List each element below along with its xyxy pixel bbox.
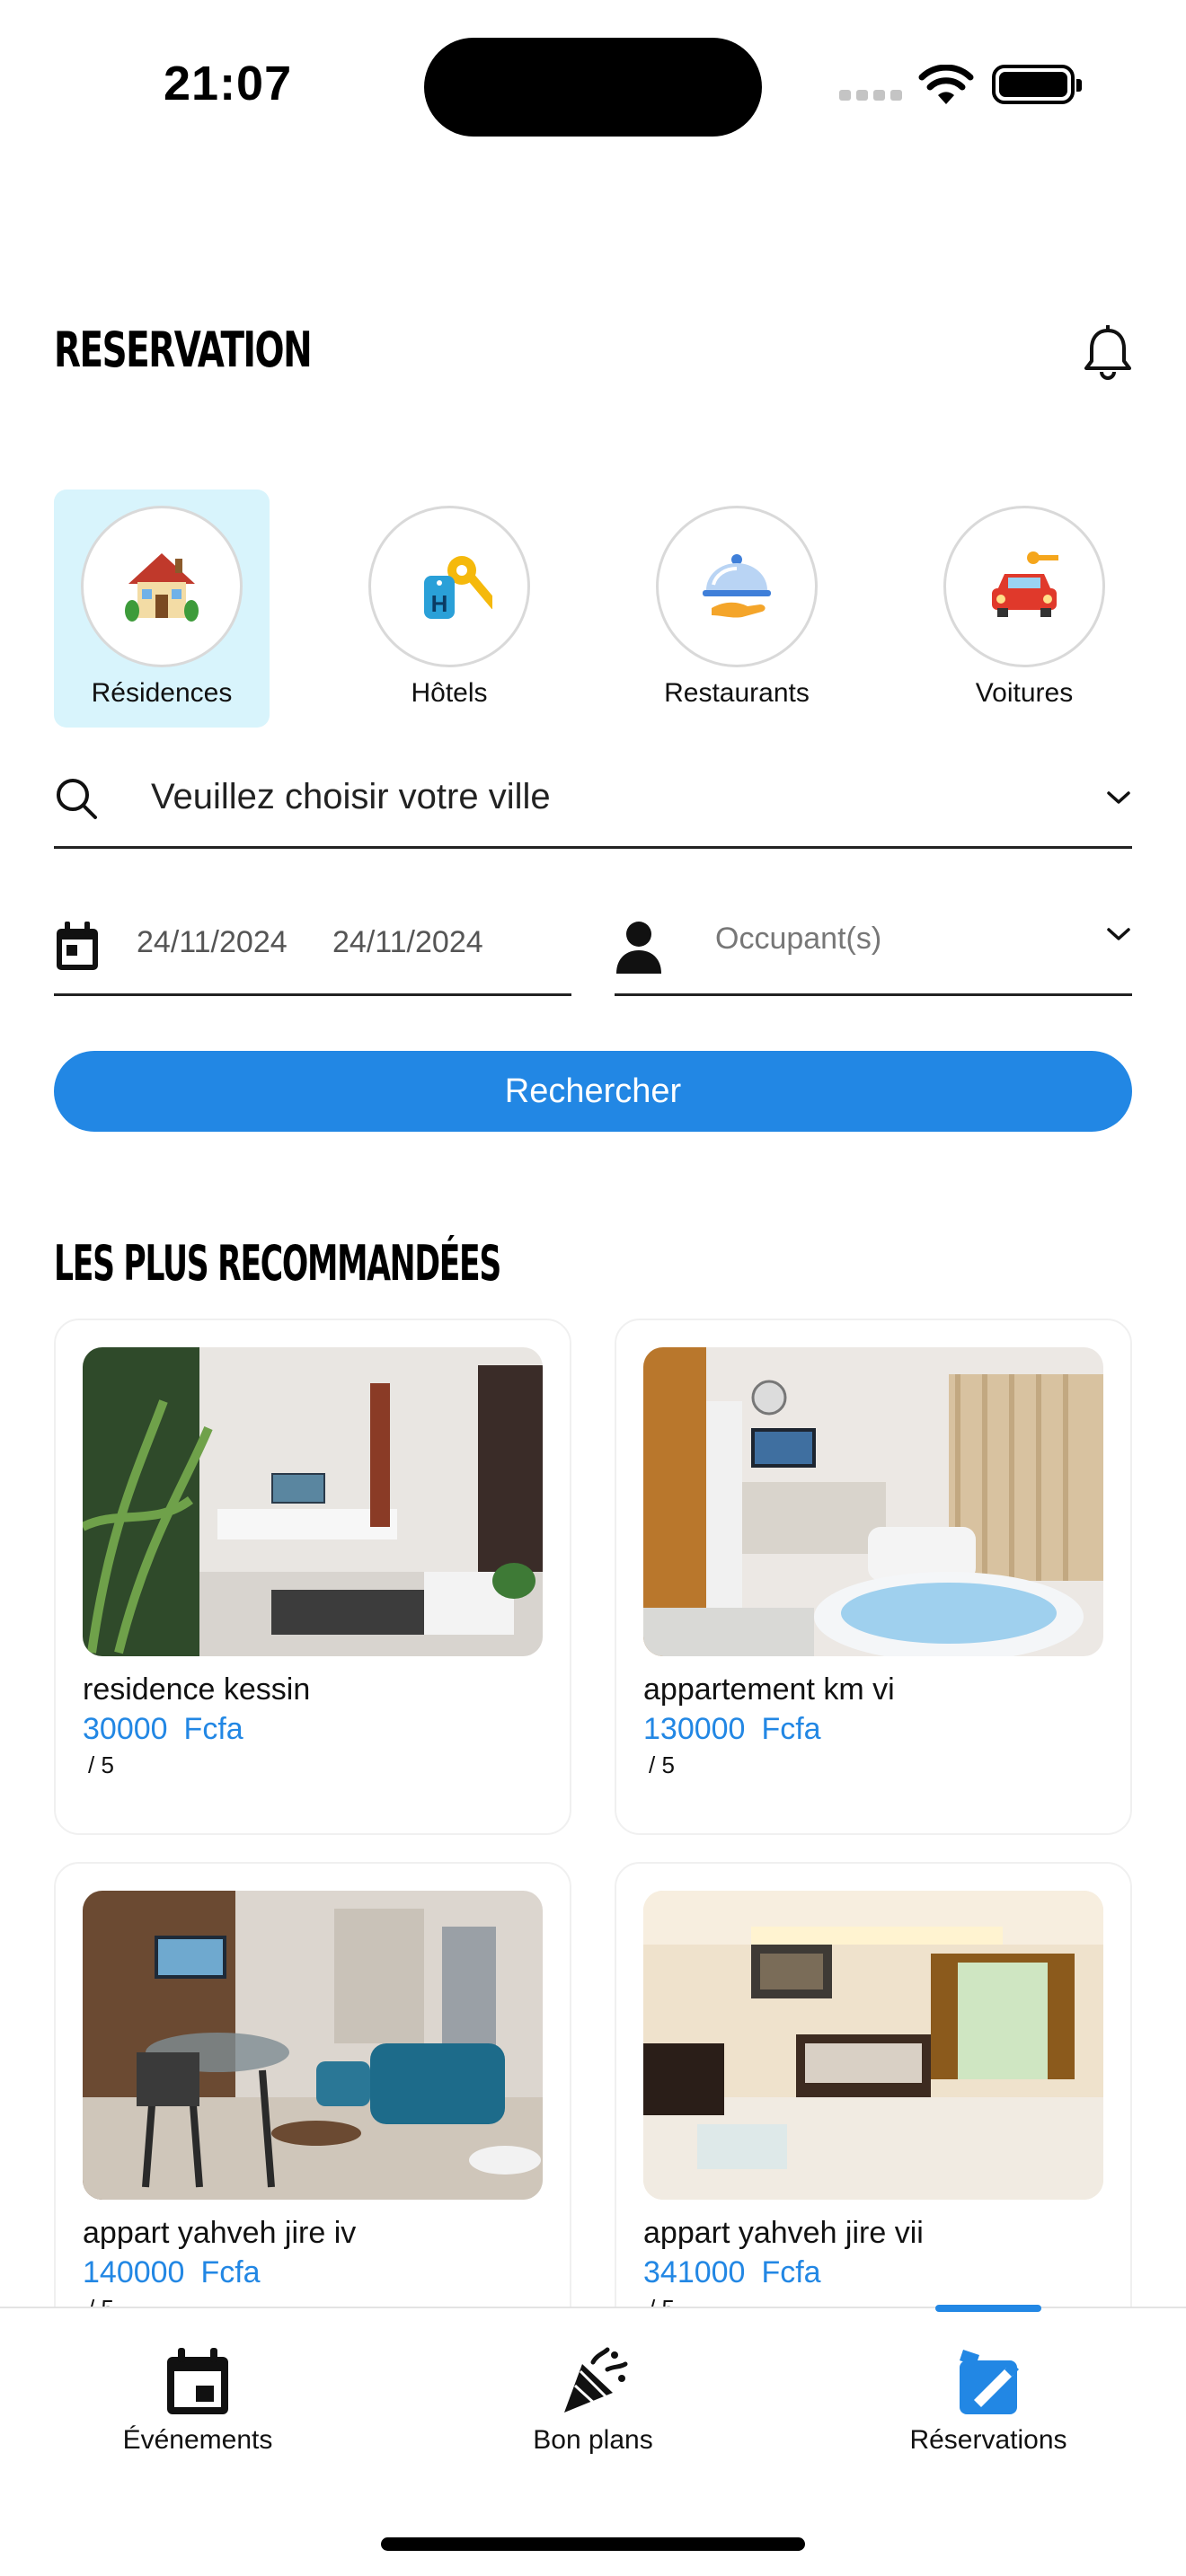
listing-price: 30000 Fcfa [83, 1712, 243, 1747]
calendar-icon [167, 2348, 228, 2414]
nav-item-reservations[interactable]: Réservations [791, 2308, 1186, 2461]
cloche-icon [656, 506, 818, 667]
listing-name: appart yahveh jire vii [643, 2216, 924, 2250]
listing-photo [643, 1347, 1103, 1656]
listing-name: residence kessin [83, 1672, 311, 1707]
nav-item-bon-plans[interactable]: Bon plans [395, 2308, 791, 2461]
nav-label: Réservations [909, 2425, 1067, 2455]
listing-price-currency: Fcfa [761, 1712, 821, 1746]
listing-rating: / 5 [88, 1751, 114, 1778]
listing-photo [643, 1891, 1103, 2200]
status-time: 21:07 [164, 57, 293, 110]
bottom-navigation: Événements Bon plans Réservations [0, 2305, 1186, 2576]
svg-text:H: H [431, 590, 448, 617]
city-select-placeholder: Veuillez choisir votre ville [151, 777, 551, 816]
date-end: 24/11/2024 [332, 925, 483, 959]
category-selector: Résidences H Hôtels Restaurants Voitures [54, 490, 1132, 728]
wifi-icon [918, 65, 974, 104]
reservation-icon [960, 2350, 1019, 2414]
search-button[interactable]: Rechercher [54, 1051, 1132, 1132]
status-bar: 21:07 [0, 0, 1186, 171]
category-label: Restaurants [664, 678, 810, 708]
battery-icon [992, 65, 1082, 104]
cellular-signal-icon [839, 90, 902, 102]
nav-label: Événements [122, 2425, 273, 2455]
listing-price-currency: Fcfa [200, 2255, 261, 2289]
listing-price: 341000 Fcfa [643, 2255, 821, 2290]
listing-name: appartement km vi [643, 1672, 895, 1707]
dynamic-island [424, 38, 762, 137]
listing-price-amount: 140000 [83, 2255, 185, 2289]
hotel-key-icon: H [368, 506, 530, 667]
listing-price-currency: Fcfa [183, 1712, 243, 1746]
listing-price-currency: Fcfa [761, 2255, 821, 2289]
listing-photo [83, 1891, 543, 2200]
listing-name: appart yahveh jire iv [83, 2216, 357, 2250]
category-label: Hôtels [411, 678, 488, 708]
city-select[interactable]: Veuillez choisir votre ville [54, 763, 1132, 849]
home-indicator[interactable] [381, 2537, 805, 2551]
category-voitures[interactable]: Voitures [916, 490, 1132, 728]
page-title: RESERVATION [54, 322, 313, 378]
listing-price-amount: 130000 [643, 1712, 746, 1746]
category-label: Résidences [91, 678, 233, 708]
listing-photo [83, 1347, 543, 1656]
listing-price: 130000 Fcfa [643, 1712, 821, 1747]
listing-card[interactable]: appart yahveh jire vii 341000Fcfa / 5 [615, 1862, 1132, 2378]
listing-card[interactable]: residence kessin 30000 Fcfa / 5 [54, 1319, 571, 1835]
category-restaurants[interactable]: Restaurants [629, 490, 845, 728]
listing-price: 140000 Fcfa [83, 2255, 261, 2290]
house-icon [81, 506, 243, 667]
search-icon [57, 779, 97, 819]
nav-item-evenements[interactable]: Événements [0, 2308, 395, 2461]
listing-price-amount: 341000 [643, 2255, 746, 2289]
chevron-down-icon [1107, 791, 1130, 804]
date-start: 24/11/2024 [137, 925, 288, 959]
listing-card[interactable]: appart yahveh jire iv 140000Fcfa / 5 [54, 1862, 571, 2378]
occupants-placeholder: Occupant(s) [715, 922, 882, 956]
listing-price-amount: 30000 [83, 1712, 168, 1746]
category-label: Voitures [975, 678, 1074, 708]
person-icon [616, 922, 661, 974]
nav-label: Bon plans [533, 2425, 653, 2455]
listing-card[interactable]: appartement km vi 130000 Fcfa / 5 [615, 1319, 1132, 1835]
calendar-icon [57, 922, 98, 970]
section-title-recommended: LES PLUS RECOMMANDÉES [54, 1235, 501, 1292]
date-range-field[interactable]: 24/11/2024 24/11/2024 [54, 909, 571, 996]
category-residences[interactable]: Résidences [54, 490, 270, 728]
party-popper-icon [564, 2347, 628, 2413]
category-hotels[interactable]: H Hôtels [341, 490, 557, 728]
chevron-down-icon [1107, 928, 1130, 940]
listing-rating: / 5 [649, 1751, 675, 1778]
bell-icon[interactable] [1083, 325, 1133, 381]
occupants-select[interactable]: Occupant(s) [615, 909, 1132, 996]
car-key-icon [943, 506, 1105, 667]
